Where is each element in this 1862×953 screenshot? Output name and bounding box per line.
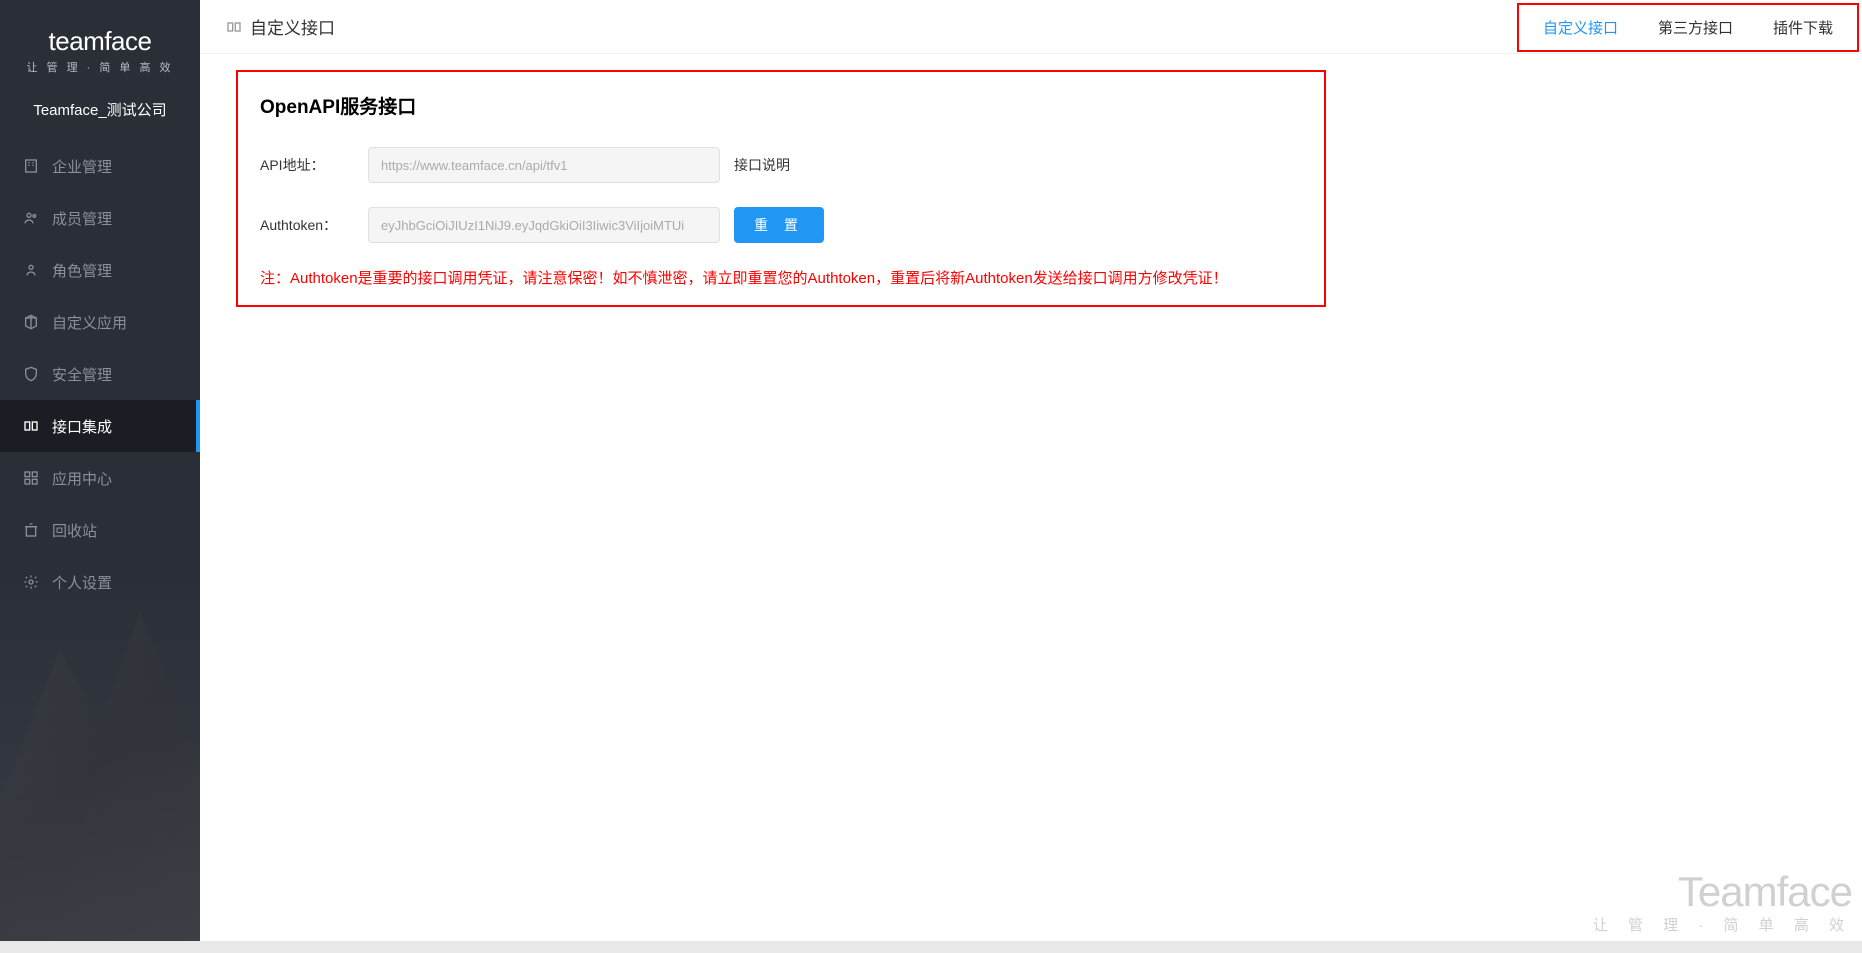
trash-icon: [22, 521, 40, 539]
api-doc-link[interactable]: 接口说明: [734, 155, 790, 175]
page-header: 自定义接口 自定义接口 第三方接口 插件下载: [200, 0, 1862, 54]
apps-icon: [22, 469, 40, 487]
api-page-icon: [226, 19, 242, 35]
watermark: Teamface 让 管 理 · 简 单 高 效: [1593, 868, 1852, 935]
nav-label: 应用中心: [52, 468, 112, 489]
header-left: 自定义接口: [226, 14, 335, 39]
gear-icon: [22, 573, 40, 591]
bottom-status-bar: [0, 941, 1862, 953]
users-icon: [22, 209, 40, 227]
nav-item-roles[interactable]: 角色管理: [0, 244, 200, 296]
nav-item-app-center[interactable]: 应用中心: [0, 452, 200, 504]
reset-button[interactable]: 重 置: [734, 207, 824, 243]
nav-label: 接口集成: [52, 416, 112, 437]
openapi-panel: OpenAPI服务接口 API地址： 接口说明 Authtoken： 重 置 注…: [236, 70, 1326, 307]
nav-label: 个人设置: [52, 572, 112, 593]
cube-icon: [22, 313, 40, 331]
sidebar: teamface 让 管 理 · 简 单 高 效 Teamface_测试公司 企…: [0, 0, 200, 953]
nav-item-trash[interactable]: 回收站: [0, 504, 200, 556]
nav-item-api[interactable]: 接口集成: [0, 400, 200, 452]
watermark-main: Teamface: [1593, 868, 1852, 916]
authtoken-input[interactable]: [368, 207, 720, 243]
shield-icon: [22, 365, 40, 383]
logo-text: teamface: [0, 26, 200, 57]
api-icon: [22, 417, 40, 435]
nav-label: 自定义应用: [52, 312, 127, 333]
watermark-sub: 让 管 理 · 简 单 高 效: [1593, 914, 1852, 935]
nav-label: 成员管理: [52, 208, 112, 229]
nav-label: 安全管理: [52, 364, 112, 385]
nav-item-enterprise[interactable]: 企业管理: [0, 140, 200, 192]
page-title: 自定义接口: [250, 14, 335, 39]
main-content: OpenAPI服务接口 API地址： 接口说明 Authtoken： 重 置 注…: [200, 54, 1862, 953]
user-role-icon: [22, 261, 40, 279]
nav-list: 企业管理 成员管理 角色管理 自定义应用 安全管理 接口集成 应用中心 回收站: [0, 140, 200, 608]
tab-third-party[interactable]: 第三方接口: [1638, 11, 1753, 44]
api-url-label: API地址：: [260, 155, 368, 175]
logo-area: teamface 让 管 理 · 简 单 高 效: [0, 0, 200, 83]
nav-item-security[interactable]: 安全管理: [0, 348, 200, 400]
tab-plugin-download[interactable]: 插件下载: [1753, 11, 1853, 44]
nav-item-custom-app[interactable]: 自定义应用: [0, 296, 200, 348]
company-name: Teamface_测试公司: [0, 83, 200, 140]
authtoken-label: Authtoken：: [260, 215, 368, 235]
nav-label: 角色管理: [52, 260, 112, 281]
logo-subtitle: 让 管 理 · 简 单 高 效: [0, 59, 200, 75]
header-tabs: 自定义接口 第三方接口 插件下载: [1517, 3, 1859, 52]
api-url-row: API地址： 接口说明: [260, 147, 1302, 183]
tab-custom-api[interactable]: 自定义接口: [1523, 11, 1638, 44]
panel-title: OpenAPI服务接口: [260, 92, 1302, 119]
nav-item-settings[interactable]: 个人设置: [0, 556, 200, 608]
api-url-input[interactable]: [368, 147, 720, 183]
nav-label: 回收站: [52, 520, 97, 541]
building-icon: [22, 157, 40, 175]
nav-label: 企业管理: [52, 156, 112, 177]
nav-item-members[interactable]: 成员管理: [0, 192, 200, 244]
warning-text: 注：Authtoken是重要的接口调用凭证，请注意保密！如不慎泄密，请立即重置您…: [260, 267, 1302, 291]
authtoken-row: Authtoken： 重 置: [260, 207, 1302, 243]
